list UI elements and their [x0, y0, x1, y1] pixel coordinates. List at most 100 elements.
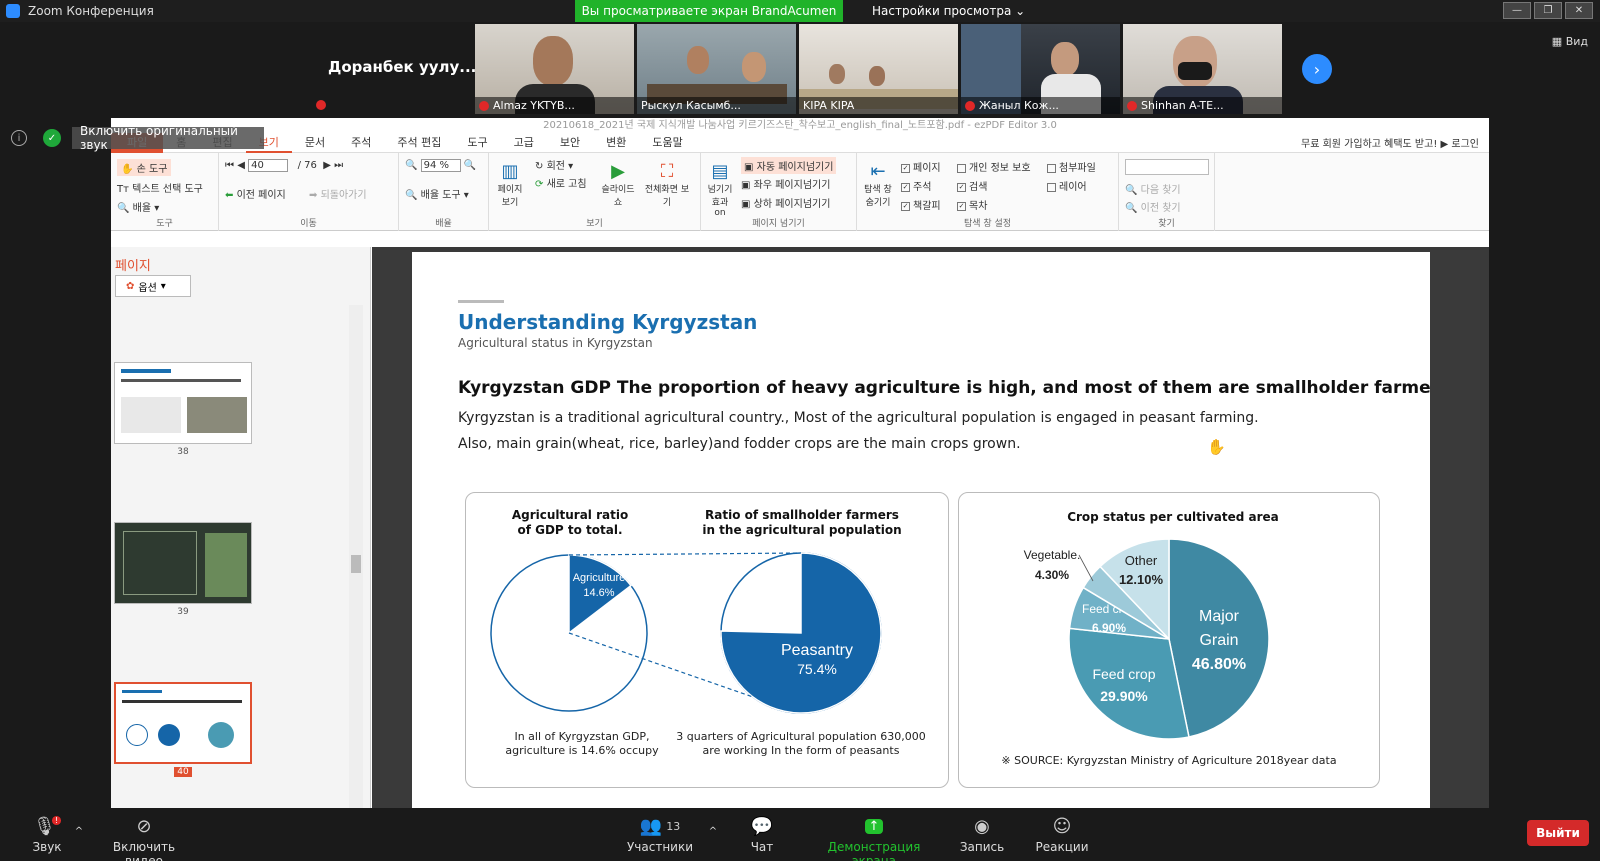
page-thumbnail[interactable] [114, 522, 252, 604]
chart-2-caption: 3 quarters of Agricultural population 63… [676, 730, 926, 757]
menu-advanced[interactable]: 고급 [501, 133, 547, 153]
chart-1-value: 14.6% [583, 587, 614, 599]
zoom-in-icon[interactable]: 🔍 [464, 160, 476, 171]
chart-3-leader-line [1078, 554, 1094, 582]
fullscreen-button[interactable]: ⛶ 전체화면 보기 [643, 161, 691, 208]
ribbon: ✋ 손 도구 Tт 텍스트 선택 도구 🔍 배율 ▾ 도구 ⏮ ◀ 40 / 7… [111, 153, 1489, 231]
zoom-tool-button[interactable]: 🔍 배율 ▾ [117, 199, 159, 214]
leave-button[interactable]: Выйти [1527, 820, 1589, 846]
view-options-label: Настройки просмотра [872, 4, 1012, 18]
checkbox-attach[interactable]: 첨부파일 [1047, 159, 1096, 174]
fullscreen-icon: ⛶ [660, 161, 674, 182]
participant-name: Жаныл Кож... [979, 99, 1059, 112]
lr-flip-button[interactable]: ▣ 좌우 페이지넘기기 [741, 176, 830, 191]
refresh-button[interactable]: ⟳ 새로 고침 [535, 175, 587, 190]
chart-2-value: 75.4% [797, 661, 837, 677]
page-total: / 76 [297, 160, 317, 171]
checkbox-layer[interactable]: 레이어 [1047, 178, 1087, 193]
checkbox-bookmark[interactable]: ✓ 책갈피 [901, 197, 941, 212]
flip-effect-button[interactable]: ▤ 넘기기 효과 on [705, 161, 735, 218]
ud-flip-button[interactable]: ▣ 상하 페이지넘기기 [741, 195, 830, 210]
menu-annotation-edit[interactable]: 주석 편집 [384, 133, 454, 153]
chart-3-value: 46.80% [1192, 656, 1246, 673]
checkbox-page[interactable]: ✓ 페이지 [901, 159, 941, 174]
hand-tool-button[interactable]: ✋ 손 도구 [117, 159, 172, 176]
prev-page-button[interactable]: ⬅ 이전 페이지 [225, 186, 286, 201]
chart-3-label: Feed crop [1092, 666, 1155, 682]
participants-caret[interactable]: ^ [706, 826, 720, 837]
view-button[interactable]: ▦ Вид [1552, 35, 1588, 48]
zoom-out-icon[interactable]: 🔍 [405, 160, 417, 171]
minimize-button[interactable]: — [1503, 2, 1531, 19]
find-next-button[interactable]: 🔍 다음 찾기 [1125, 181, 1181, 196]
participants-button[interactable]: 👥 13 Участники [622, 814, 698, 855]
find-prev-button[interactable]: 🔍 이전 찾기 [1125, 199, 1181, 214]
sidebar-scrollbar[interactable] [349, 305, 363, 808]
reactions-button[interactable]: ☺ Реакции [1032, 814, 1092, 855]
page-thumbnail-selected[interactable] [114, 682, 252, 764]
record-button[interactable]: ◉ Запись [956, 814, 1008, 855]
first-page-icon[interactable]: ⏮ [225, 160, 234, 171]
document-view: Understanding Kyrgyzstan Agricultural st… [372, 247, 1489, 808]
back-button[interactable]: ➡ 되돌아가기 [309, 186, 367, 201]
menu-document[interactable]: 문서 [292, 133, 338, 153]
participant-tile[interactable]: Рыскул Касымб... [637, 24, 796, 114]
meeting-toolbar: 🎙! Звук ^ ⊘ Включить видео 👥 13 Участники ^ … [0, 808, 1600, 861]
text-select-button[interactable]: Tт 텍스트 선택 도구 [117, 180, 203, 195]
group-label: 도구 [156, 219, 173, 229]
participant-tile[interactable]: Shinhan A-TE... [1123, 24, 1282, 114]
participant-tile[interactable]: Жаныл Кож... [961, 24, 1120, 114]
menu-convert[interactable]: 변환 [593, 133, 639, 153]
next-icon[interactable]: ▶ [323, 160, 331, 171]
zoom-logo-icon [6, 4, 20, 18]
participant-name: Almaz YKTYB... [493, 99, 575, 112]
share-screen-button[interactable]: ↑ Демонстрация экрана [808, 814, 940, 861]
video-button[interactable]: ⊘ Включить видео [96, 814, 192, 861]
participant-tile[interactable]: Almaz YKTYB... [475, 24, 634, 114]
zoom-tools-button[interactable]: 🔍 배율 도구 ▾ [405, 186, 469, 201]
prev-icon[interactable]: ◀ [237, 160, 245, 171]
checkbox-search[interactable]: ✓ 검색 [957, 178, 987, 193]
page-thumbnail[interactable] [114, 362, 252, 444]
find-input[interactable] [1125, 159, 1209, 175]
checkbox-note[interactable]: ✓ 주석 [901, 178, 931, 193]
shield-icon[interactable]: ✓ [43, 129, 61, 147]
chart-3-label: Major [1199, 608, 1240, 625]
close-button[interactable]: ✕ [1565, 2, 1593, 19]
slideshow-button[interactable]: ▶ 슬라이드 쇼 [601, 161, 635, 208]
next-participants-button[interactable]: › [1302, 54, 1332, 84]
nav-hide-button[interactable]: ⇤ 탐색 창 숨기기 [861, 161, 895, 208]
audio-button[interactable]: 🎙! Звук [22, 814, 72, 854]
last-page-icon[interactable]: ⏭ [334, 160, 343, 171]
original-sound-button[interactable]: Включить оригинальный звук [72, 124, 264, 152]
checkbox-toc[interactable]: ✓ 목차 [957, 197, 987, 212]
page-view-button[interactable]: ▥ 페이지 보기 [495, 161, 525, 208]
book-icon: ▥ [501, 161, 519, 182]
participants-count: 13 [666, 819, 681, 833]
menu-security[interactable]: 보안 [547, 133, 593, 153]
menu-annotation[interactable]: 주석 [338, 133, 384, 153]
info-icon[interactable]: i [11, 130, 27, 146]
options-button[interactable]: ✿ 옵션 ▾ [115, 275, 191, 297]
auto-flip-button[interactable]: ▣ 자동 페이지넘기기 [741, 157, 837, 174]
checkbox-privacy[interactable]: 개인 정보 보호 [957, 159, 1031, 174]
menu-help[interactable]: 도움말 [639, 133, 695, 153]
menu-tools[interactable]: 도구 [454, 133, 500, 153]
audio-options-caret[interactable]: ^ [72, 826, 86, 837]
signup-link[interactable]: 무료 회원 가입하고 혜택도 받고! ▶ 로그인 [1301, 135, 1479, 150]
chart-3-value: 12.10% [1119, 572, 1164, 587]
ribbon-group-move: ⏮ ◀ 40 / 76 ▶ ⏭ ⬅ 이전 페이지 ➡ 되돌아가기 이동 [219, 153, 399, 231]
thumbnail-number: 38 [177, 447, 189, 457]
zoom-input[interactable]: 94 % [420, 159, 461, 172]
scroll-thumb[interactable] [351, 555, 361, 573]
page-input[interactable]: 40 [248, 159, 289, 172]
participant-tile[interactable]: KIPA KIPA [799, 24, 958, 114]
chat-button[interactable]: 💬 Чат [740, 814, 784, 855]
view-options-button[interactable]: Настройки просмотра ⌄ [872, 0, 1025, 22]
group-label: 이동 [300, 219, 317, 229]
chevron-down-icon: ▾ [160, 280, 166, 292]
page-nav: ⏮ ◀ 40 / 76 ▶ ⏭ [225, 159, 343, 172]
rotate-button[interactable]: ↻ 회전 ▾ [535, 157, 573, 172]
group-label: 탐색 창 설정 [963, 219, 1012, 229]
maximize-button[interactable]: ❐ [1534, 2, 1562, 19]
